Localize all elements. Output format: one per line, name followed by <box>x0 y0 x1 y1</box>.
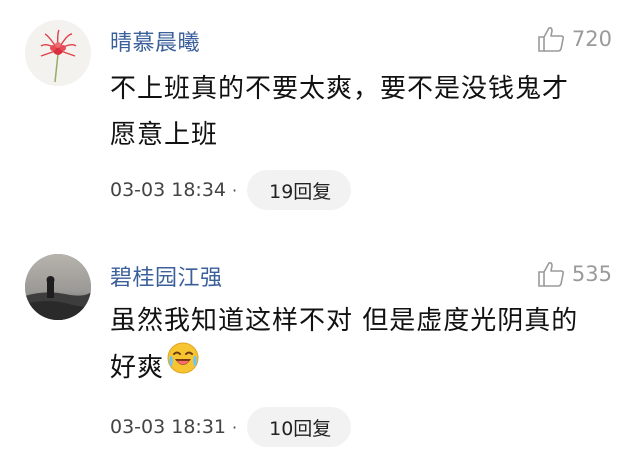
comment-text-line: 好爽 <box>110 341 610 393</box>
timestamp: 03-03 18:34 <box>110 179 227 201</box>
comment-text: 虽然我知道这样不对 但是虚度光阴真的 好爽 <box>110 298 610 393</box>
comment-meta: 03-03 18:34 · 19回复 <box>110 170 352 210</box>
thumbs-up-icon <box>538 262 564 287</box>
like-button[interactable]: 535 <box>536 259 612 289</box>
avatar[interactable] <box>25 20 91 86</box>
reply-count: 19回复 <box>269 180 332 203</box>
reply-button[interactable]: 19回复 <box>247 170 352 210</box>
like-count: 720 <box>571 27 612 51</box>
like-button[interactable]: 720 <box>536 24 612 54</box>
laughing-crying-emoji-icon <box>166 341 200 390</box>
comment-item: 碧桂园江强 535 虽然我知道这样不对 但是虚度光阴真的 好爽 03-03 18… <box>0 232 640 469</box>
reply-count: 10回复 <box>269 417 332 440</box>
avatar[interactable] <box>25 254 91 320</box>
username[interactable]: 碧桂园江强 <box>110 260 223 292</box>
reply-button[interactable]: 10回复 <box>247 407 352 447</box>
like-count: 535 <box>571 262 612 286</box>
comment-text-line-content: 好爽 <box>110 353 165 383</box>
separator-dot: · <box>232 417 238 437</box>
sunset-coast-photo <box>25 254 91 320</box>
comment-item: 晴慕晨曦 720 不上班真的不要太爽，要不是没钱鬼才 愿意上班 03-03 18… <box>0 0 640 232</box>
comment-text-line: 虽然我知道这样不对 但是虚度光阴真的 <box>110 306 579 336</box>
comment-text-line: 愿意上班 <box>110 120 219 150</box>
username[interactable]: 晴慕晨曦 <box>110 25 200 57</box>
thumbs-up-icon <box>538 27 564 52</box>
red-flower-icon <box>25 20 91 86</box>
separator-dot: · <box>232 180 238 200</box>
comment-meta: 03-03 18:31 · 10回复 <box>110 407 352 447</box>
comment-text-line: 不上班真的不要太爽，要不是没钱鬼才 <box>110 74 570 104</box>
timestamp: 03-03 18:31 <box>110 416 227 438</box>
comment-text: 不上班真的不要太爽，要不是没钱鬼才 愿意上班 <box>110 66 610 158</box>
